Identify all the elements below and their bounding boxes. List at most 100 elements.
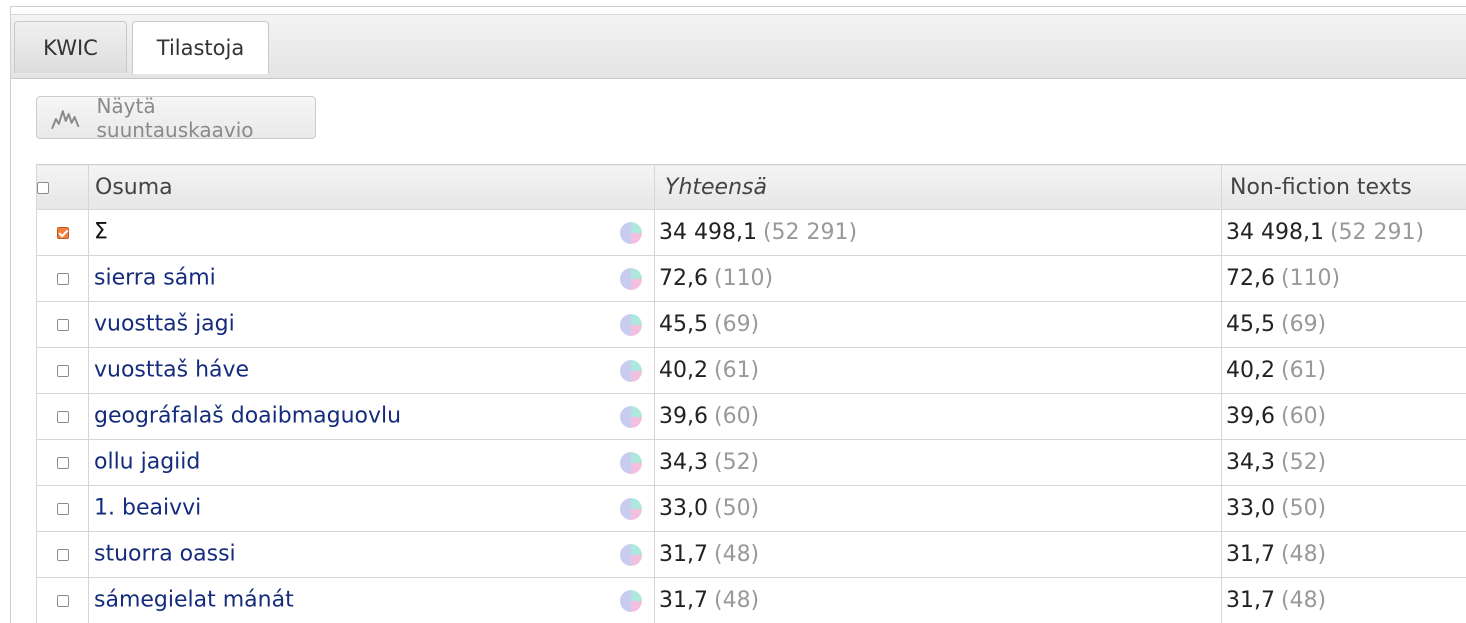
hit-cell: vuosttaš háve bbox=[88, 347, 655, 394]
row-select-cell bbox=[36, 301, 89, 348]
nonfiction-cell: 45,5 (69) bbox=[1221, 301, 1466, 348]
total-relative-value: 33,0 bbox=[659, 496, 708, 521]
nonfiction-absolute-value: (52 291) bbox=[1329, 220, 1425, 245]
show-trend-diagram-button[interactable]: Näytä suuntauskaavio bbox=[36, 94, 316, 142]
total-cell: 72,6 (110) bbox=[654, 255, 1222, 302]
total-relative-value: 39,6 bbox=[659, 404, 708, 429]
pie-chart-icon[interactable] bbox=[620, 359, 642, 382]
total-absolute-value: (52) bbox=[713, 450, 760, 475]
hit-link[interactable]: ollu jagiid bbox=[94, 449, 200, 474]
nonfiction-relative-value: 39,6 bbox=[1226, 404, 1275, 429]
row-checkbox[interactable] bbox=[56, 273, 69, 285]
row-select-cell bbox=[36, 531, 89, 578]
hit-cell: ollu jagiid bbox=[88, 439, 655, 486]
hit-cell: 1. beaivvi bbox=[88, 485, 655, 532]
row-checkbox[interactable] bbox=[56, 549, 69, 561]
table-row: sámegielat mánát 31,7 (48) 31,7 (48) bbox=[36, 577, 1466, 623]
app-root: KWIC Tilastoja Näytä suuntauskaavio Osum… bbox=[0, 0, 1466, 623]
nonfiction-absolute-value: (48) bbox=[1280, 588, 1327, 613]
row-checkbox[interactable] bbox=[56, 411, 69, 423]
row-checkbox[interactable] bbox=[56, 227, 69, 239]
total-absolute-value: (48) bbox=[713, 588, 760, 613]
sum-label: Σ bbox=[94, 219, 108, 244]
total-absolute-value: (69) bbox=[713, 312, 760, 337]
row-checkbox[interactable] bbox=[56, 457, 69, 469]
row-select-cell bbox=[36, 347, 89, 394]
pie-chart-icon[interactable] bbox=[620, 267, 642, 290]
total-relative-value: 45,5 bbox=[659, 312, 708, 337]
total-absolute-value: (60) bbox=[713, 404, 760, 429]
hit-link[interactable]: geográfalaš doaibmaguovlu bbox=[94, 403, 401, 428]
nonfiction-cell: 39,6 (60) bbox=[1221, 393, 1466, 440]
nonfiction-cell: 31,7 (48) bbox=[1221, 577, 1466, 623]
pie-chart-icon[interactable] bbox=[620, 589, 642, 612]
total-relative-value: 72,6 bbox=[659, 266, 708, 291]
nonfiction-relative-value: 31,7 bbox=[1226, 542, 1275, 567]
nonfiction-cell: 33,0 (50) bbox=[1221, 485, 1466, 532]
row-select-cell bbox=[36, 255, 89, 302]
total-relative-value: 31,7 bbox=[659, 588, 708, 613]
row-checkbox[interactable] bbox=[56, 319, 69, 331]
total-absolute-value: (61) bbox=[713, 358, 760, 383]
column-header-total[interactable]: Yhteensä bbox=[654, 164, 1222, 210]
nonfiction-absolute-value: (110) bbox=[1280, 266, 1341, 291]
hit-link[interactable]: vuosttaš jagi bbox=[94, 311, 235, 336]
table-header-row: Osuma Yhteensä Non-fiction texts bbox=[36, 164, 1466, 210]
nonfiction-relative-value: 33,0 bbox=[1226, 496, 1275, 521]
table-row: sierra sámi 72,6 (110) 72,6 (110) bbox=[36, 255, 1466, 302]
table-row: Σ 34 498,1 (52 291) 34 498,1 (52 291) bbox=[36, 209, 1466, 256]
total-cell: 45,5 (69) bbox=[654, 301, 1222, 348]
nonfiction-relative-value: 40,2 bbox=[1226, 358, 1275, 383]
hit-link[interactable]: 1. beaivvi bbox=[94, 495, 201, 520]
total-absolute-value: (50) bbox=[713, 496, 760, 521]
hit-link[interactable]: vuosttaš háve bbox=[94, 357, 249, 382]
nonfiction-absolute-value: (61) bbox=[1280, 358, 1327, 383]
nonfiction-relative-value: 34,3 bbox=[1226, 450, 1275, 475]
pie-chart-icon[interactable] bbox=[620, 497, 642, 520]
row-select-cell bbox=[36, 209, 89, 256]
total-cell: 34 498,1 (52 291) bbox=[654, 209, 1222, 256]
hit-link[interactable]: sámegielat mánát bbox=[94, 587, 294, 612]
select-all-checkbox[interactable] bbox=[37, 181, 49, 194]
column-header-nonfiction[interactable]: Non-fiction texts bbox=[1221, 164, 1466, 210]
pie-chart-icon[interactable] bbox=[620, 221, 642, 244]
tab-statistics[interactable]: Tilastoja bbox=[132, 21, 269, 74]
row-select-cell bbox=[36, 577, 89, 623]
hit-cell: Σ bbox=[88, 209, 655, 256]
row-checkbox[interactable] bbox=[56, 595, 69, 607]
nonfiction-cell: 31,7 (48) bbox=[1221, 531, 1466, 578]
row-select-cell bbox=[36, 393, 89, 440]
row-select-cell bbox=[36, 485, 89, 532]
tab-bar: KWIC Tilastoja bbox=[11, 14, 1466, 79]
nonfiction-relative-value: 72,6 bbox=[1226, 266, 1275, 291]
table-row: vuosttaš háve 40,2 (61) 40,2 (61) bbox=[36, 347, 1466, 394]
nonfiction-cell: 34 498,1 (52 291) bbox=[1221, 209, 1466, 256]
total-relative-value: 34,3 bbox=[659, 450, 708, 475]
line-graph-icon bbox=[51, 109, 80, 129]
row-checkbox[interactable] bbox=[56, 503, 69, 515]
row-select-cell bbox=[36, 439, 89, 486]
table-row: stuorra oassi 31,7 (48) 31,7 (48) bbox=[36, 531, 1466, 578]
total-absolute-value: (48) bbox=[713, 542, 760, 567]
row-checkbox[interactable] bbox=[56, 365, 69, 377]
select-all-header bbox=[36, 164, 89, 210]
table-row: 1. beaivvi 33,0 (50) 33,0 (50) bbox=[36, 485, 1466, 532]
nonfiction-absolute-value: (50) bbox=[1280, 496, 1327, 521]
pie-chart-icon[interactable] bbox=[620, 313, 642, 336]
nonfiction-relative-value: 34 498,1 bbox=[1226, 220, 1324, 245]
pie-chart-icon[interactable] bbox=[620, 405, 642, 428]
nonfiction-cell: 72,6 (110) bbox=[1221, 255, 1466, 302]
nonfiction-relative-value: 31,7 bbox=[1226, 588, 1275, 613]
hit-cell: stuorra oassi bbox=[88, 531, 655, 578]
hit-link[interactable]: sierra sámi bbox=[94, 265, 216, 290]
pie-chart-icon[interactable] bbox=[620, 451, 642, 474]
hit-cell: sámegielat mánát bbox=[88, 577, 655, 623]
hit-cell: vuosttaš jagi bbox=[88, 301, 655, 348]
total-cell: 31,7 (48) bbox=[654, 577, 1222, 623]
tab-kwic[interactable]: KWIC bbox=[14, 21, 127, 73]
nonfiction-cell: 34,3 (52) bbox=[1221, 439, 1466, 486]
total-cell: 40,2 (61) bbox=[654, 347, 1222, 394]
column-header-hit[interactable]: Osuma bbox=[88, 164, 655, 210]
hit-link[interactable]: stuorra oassi bbox=[94, 541, 236, 566]
pie-chart-icon[interactable] bbox=[620, 543, 642, 566]
